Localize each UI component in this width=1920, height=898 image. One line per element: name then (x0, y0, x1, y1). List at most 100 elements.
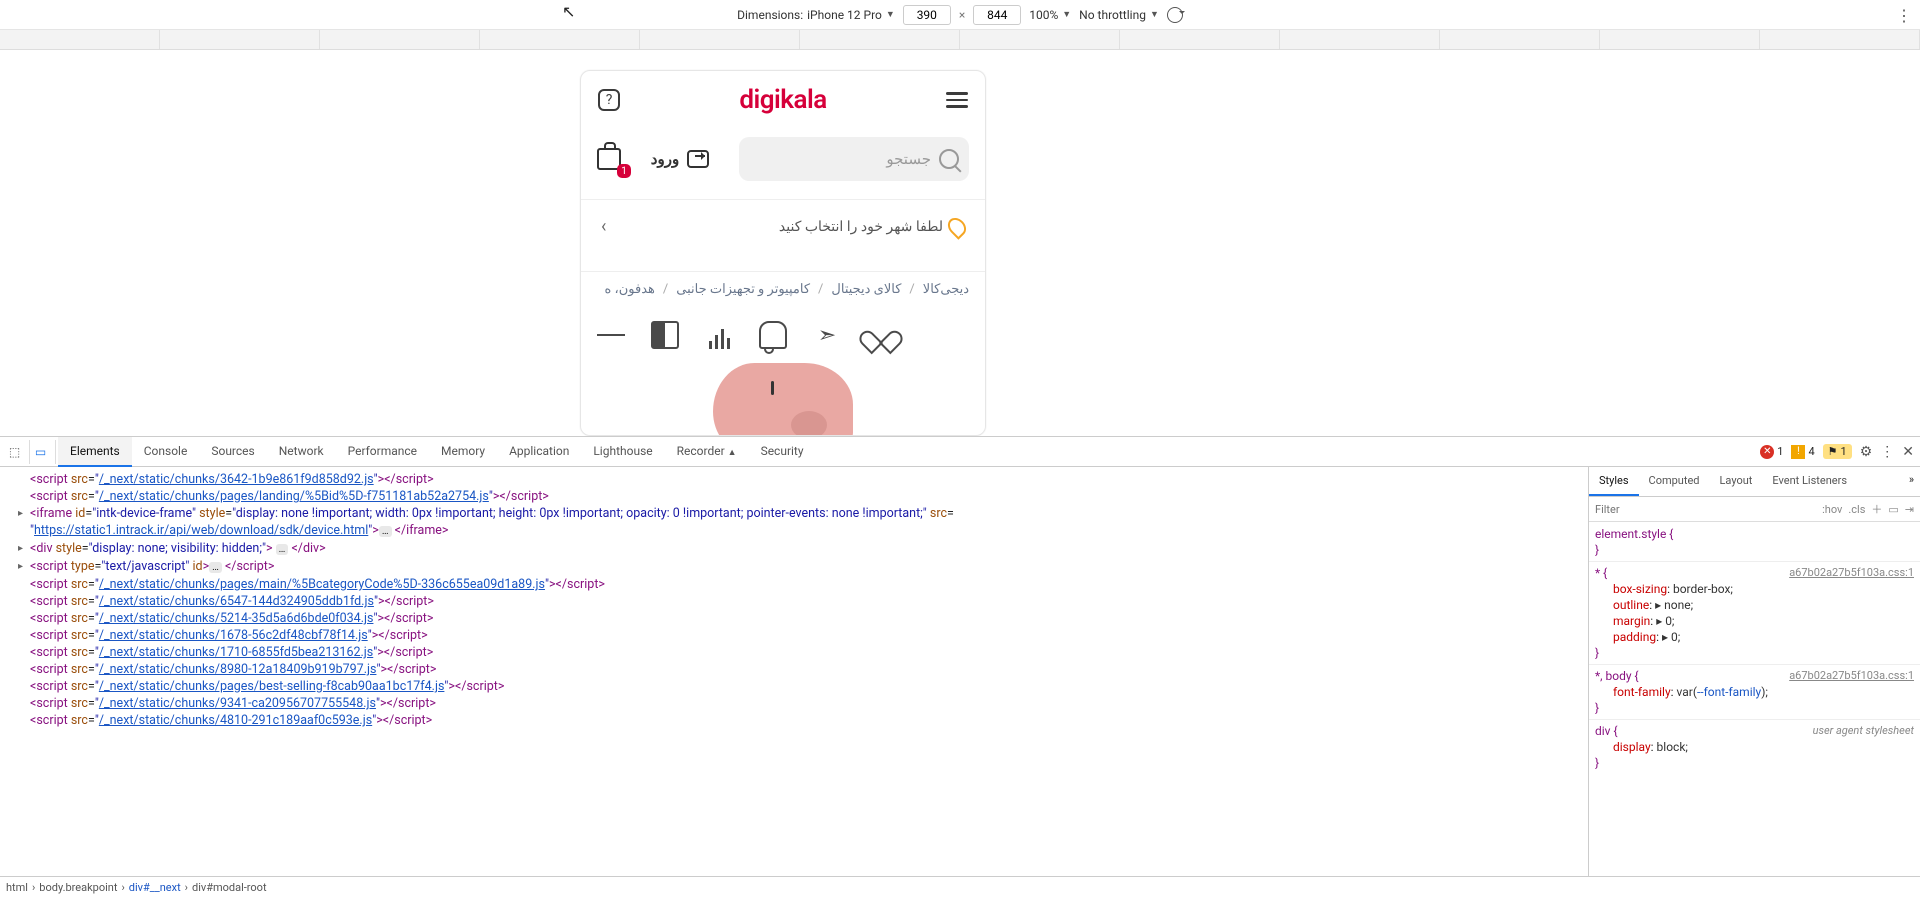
panel-toggle-icon[interactable]: ⇥ (1905, 503, 1914, 516)
devtools-tabbar: ⬚ ▭ ElementsConsoleSourcesNetworkPerform… (0, 437, 1920, 467)
error-count[interactable]: ✕1 (1760, 445, 1783, 459)
hov-toggle[interactable]: :hov (1822, 503, 1842, 516)
earbud-illustration (713, 363, 853, 436)
brand-logo[interactable]: digikala (739, 85, 826, 115)
breadcrumb-item[interactable]: کالای دیجیتال (831, 282, 901, 297)
breadcrumb-item[interactable]: دیجی‌کالا (923, 282, 969, 297)
tab-application[interactable]: Application (497, 437, 581, 467)
dom-node[interactable]: <script src="/_next/static/chunks/5214-3… (6, 610, 1588, 627)
search-placeholder: جستجو (886, 150, 931, 168)
dimension-x: × (959, 8, 965, 22)
chevron-down-icon: ▼ (886, 9, 895, 20)
computed-panel-icon[interactable]: ▭ (1888, 503, 1898, 516)
city-selector[interactable]: ‹ لطفا شهر خود را انتخاب کنید (597, 200, 969, 253)
bell-icon[interactable] (759, 321, 787, 349)
dom-crumb[interactable]: div#modal-root (192, 881, 267, 894)
search-icon (939, 149, 959, 169)
tab-performance[interactable]: Performance (336, 437, 429, 467)
dom-node[interactable]: <script src="/_next/static/chunks/1710-6… (6, 644, 1588, 661)
tab-memory[interactable]: Memory (429, 437, 497, 467)
dom-crumb[interactable]: html (6, 881, 28, 894)
dom-node[interactable]: <div style="display: none; visibility: h… (6, 540, 1588, 558)
cart-badge: 1 (617, 164, 631, 178)
rotate-icon[interactable] (1167, 7, 1183, 23)
cart-button[interactable]: 1 (597, 148, 621, 170)
chevron-down-icon: ▼ (1062, 9, 1071, 20)
help-icon[interactable]: ? (597, 88, 621, 112)
height-input[interactable] (973, 5, 1021, 25)
elements-tree[interactable]: <script src="/_next/static/chunks/3642-1… (0, 467, 1588, 876)
favorite-icon[interactable] (867, 321, 895, 349)
tab-console[interactable]: Console (132, 437, 200, 467)
warning-count[interactable]: !4 (1791, 445, 1814, 459)
dom-node[interactable]: <iframe id="intk-device-frame" style="di… (6, 505, 1588, 522)
close-icon[interactable]: ✕ (1902, 444, 1914, 460)
tab-elements[interactable]: Elements (58, 437, 132, 467)
dom-breadcrumb[interactable]: html›body.breakpoint›div#__next›div#moda… (0, 876, 1920, 898)
dimensions-label: Dimensions: (737, 8, 803, 22)
dom-node[interactable]: <script src="/_next/static/chunks/4810-2… (6, 712, 1588, 729)
login-icon (687, 150, 709, 168)
responsive-ruler (0, 30, 1920, 50)
more-tabs-icon[interactable]: » (1903, 467, 1920, 496)
cls-toggle[interactable]: .cls (1848, 503, 1865, 516)
chevron-left-icon: ‹ (601, 216, 606, 237)
device-toggle-icon[interactable]: ▭ (32, 440, 56, 464)
dom-node[interactable]: <script src="/_next/static/chunks/8980-1… (6, 661, 1588, 678)
add-rule-icon[interactable]: ＋ (1871, 501, 1882, 517)
dom-node[interactable]: <script src="/_next/static/chunks/1678-5… (6, 627, 1588, 644)
city-label: لطفا شهر خود را انتخاب کنید (779, 219, 943, 235)
styles-tab-styles[interactable]: Styles (1589, 467, 1639, 496)
throttling-value: No throttling (1079, 8, 1146, 22)
dom-node[interactable]: <script src="/_next/static/chunks/pages/… (6, 488, 1588, 505)
kebab-icon[interactable]: ⋮ (1880, 444, 1894, 460)
styles-pane: StylesComputedLayoutEvent Listeners » :ho… (1588, 467, 1920, 876)
dimensions-dropdown[interactable]: Dimensions: iPhone 12 Pro ▼ (737, 8, 895, 22)
devtools-panel: ⬚ ▭ ElementsConsoleSourcesNetworkPerform… (0, 436, 1920, 898)
login-label: ورود (651, 150, 679, 168)
search-input[interactable]: جستجو (739, 137, 969, 181)
dom-node[interactable]: <script type="text/javascript" id>… </sc… (6, 558, 1588, 576)
tab-lighthouse[interactable]: Lighthouse (581, 437, 664, 467)
menu-icon[interactable] (945, 88, 969, 112)
dom-node[interactable]: <script src="/_next/static/chunks/6547-1… (6, 593, 1588, 610)
list-icon[interactable] (597, 321, 625, 349)
share-icon[interactable]: ➣ (813, 321, 841, 349)
device-frame: ? digikala 1 ورود جستجو ‹ لطفا شهر خود ر… (580, 70, 986, 436)
throttling-dropdown[interactable]: No throttling ▼ (1079, 8, 1159, 22)
tab-recorder[interactable]: Recorder ▲ (665, 437, 749, 467)
price-chart-icon[interactable] (705, 321, 733, 349)
product-image[interactable] (597, 363, 969, 436)
issue-count[interactable]: ⚑ 1 (1823, 444, 1852, 459)
dom-crumb[interactable]: body.breakpoint (39, 881, 117, 894)
styles-rules[interactable]: element.style {}a67b02a27b5f103a.css:1* … (1589, 522, 1920, 876)
dom-node[interactable]: <script src="/_next/static/chunks/pages/… (6, 576, 1588, 593)
login-button[interactable]: ورود (651, 150, 709, 168)
styles-tab-layout[interactable]: Layout (1710, 467, 1763, 496)
location-icon (944, 214, 969, 239)
zoom-dropdown[interactable]: 100% ▼ (1029, 8, 1071, 22)
preview-canvas: ? digikala 1 ورود جستجو ‹ لطفا شهر خود ر… (0, 50, 1920, 436)
styles-filter-input[interactable] (1595, 503, 1816, 516)
styles-tab-computed[interactable]: Computed (1639, 467, 1710, 496)
dom-node[interactable]: <script src="/_next/static/chunks/pages/… (6, 678, 1588, 695)
kebab-icon[interactable]: ⋮ (1896, 6, 1912, 25)
device-name: iPhone 12 Pro (807, 8, 882, 22)
tab-sources[interactable]: Sources (199, 437, 266, 467)
tab-security[interactable]: Security (749, 437, 816, 467)
dom-node[interactable]: <script src="/_next/static/chunks/9341-c… (6, 695, 1588, 712)
tab-network[interactable]: Network (267, 437, 336, 467)
inspect-icon[interactable]: ⬚ (6, 440, 30, 464)
dom-node[interactable]: <script src="/_next/static/chunks/3642-1… (6, 471, 1588, 488)
width-input[interactable] (903, 5, 951, 25)
breadcrumb-item[interactable]: کامپیوتر و تجهیزات جانبی (676, 282, 810, 297)
styles-tab-event-listeners[interactable]: Event Listeners (1762, 467, 1857, 496)
dom-node[interactable]: "https://static1.intrack.ir/api/web/down… (6, 522, 1588, 540)
zoom-value: 100% (1029, 8, 1058, 22)
dom-crumb[interactable]: div#__next (129, 881, 181, 894)
gear-icon[interactable]: ⚙ (1860, 444, 1873, 460)
breadcrumb-item[interactable]: هدفون، ه (605, 282, 655, 297)
breadcrumb[interactable]: دیجی‌کالا/کالای دیجیتال/کامپیوتر و تجهیز… (597, 272, 969, 313)
styles-filter-row: :hov .cls ＋ ▭ ⇥ (1589, 497, 1920, 522)
compare-icon[interactable] (651, 321, 679, 349)
